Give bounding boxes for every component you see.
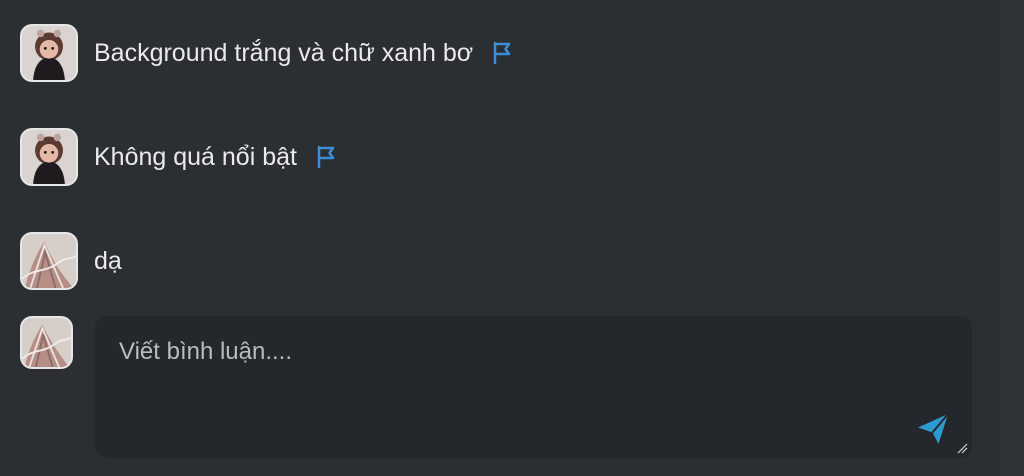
avatar-girl-icon bbox=[22, 26, 76, 80]
avatar[interactable] bbox=[20, 232, 78, 290]
scrollbar-track[interactable] bbox=[1000, 0, 1024, 476]
avatar[interactable] bbox=[20, 24, 78, 82]
send-button[interactable] bbox=[914, 410, 952, 448]
resize-handle-icon bbox=[957, 443, 968, 454]
comment-text: Không quá nổi bật bbox=[94, 142, 297, 171]
avatar[interactable] bbox=[20, 316, 73, 369]
comment-text: Background trắng và chữ xanh bơ bbox=[94, 38, 474, 67]
avatar[interactable] bbox=[20, 128, 78, 186]
flag-icon[interactable] bbox=[315, 145, 337, 169]
comment-composer bbox=[95, 316, 972, 458]
comments-panel: Background trắng và chữ xanh bơ Không qu… bbox=[0, 0, 1024, 476]
send-icon bbox=[918, 413, 949, 444]
flag-icon[interactable] bbox=[491, 41, 513, 65]
comment-item: dạ bbox=[20, 232, 122, 290]
avatar-fabric-icon bbox=[22, 318, 71, 367]
comment-text: dạ bbox=[94, 246, 122, 275]
comment-item: Background trắng và chữ xanh bơ bbox=[20, 24, 513, 82]
comment-input[interactable] bbox=[119, 336, 859, 368]
resize-handle[interactable] bbox=[955, 441, 968, 454]
avatar-girl-icon bbox=[22, 130, 76, 184]
avatar-fabric-icon bbox=[22, 234, 76, 288]
comment-item: Không quá nổi bật bbox=[20, 128, 337, 186]
